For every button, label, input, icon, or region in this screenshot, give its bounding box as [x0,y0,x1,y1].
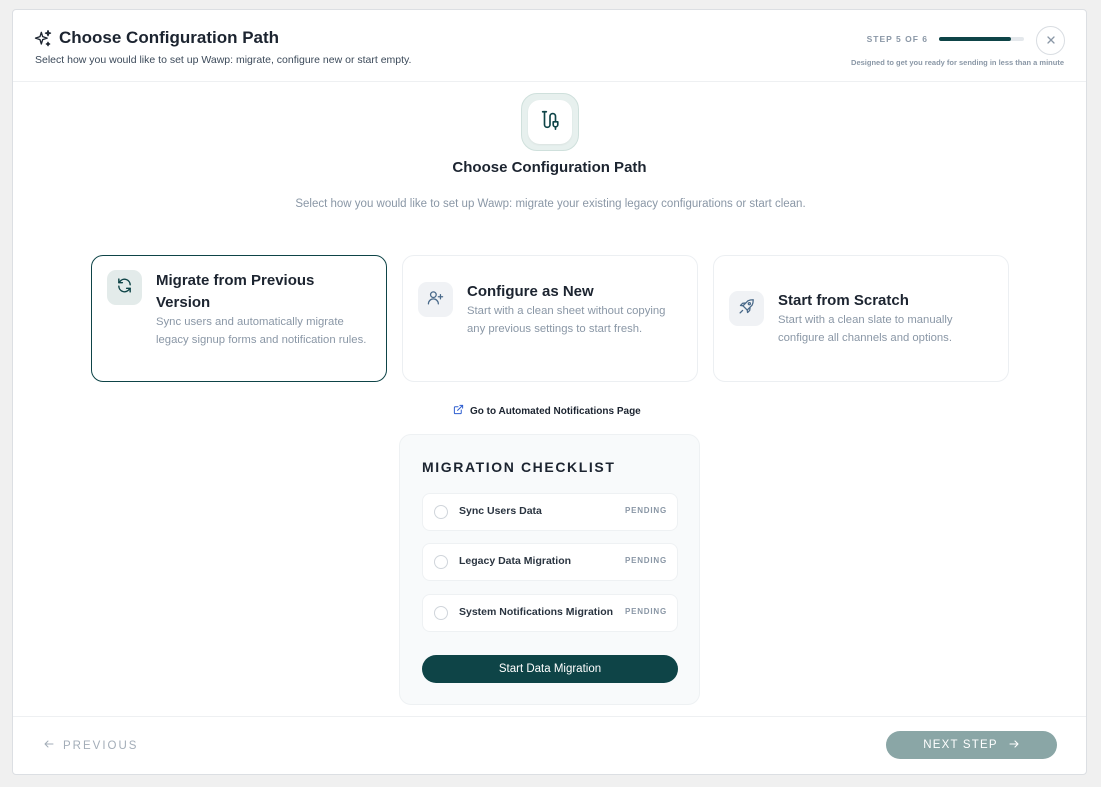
section-title: Choose Configuration Path [452,159,647,176]
previous-button[interactable]: PREVIOUS [43,738,138,753]
wizard-header: Choose Configuration Path Select how you… [13,10,1086,82]
close-button[interactable] [1036,26,1065,55]
status-badge: PENDING [624,556,667,565]
option-card-configure-new[interactable]: Configure as New Start with a clean shee… [402,255,698,382]
option-title: Configure as New [467,283,594,300]
next-step-label: NEXT STEP [923,739,998,751]
option-card-scratch[interactable]: Start from Scratch Start with a clean sl… [713,255,1009,382]
option-description: Start with a clean sheet without copying… [467,305,666,335]
checklist-item-label: Sync Users Data [459,505,542,517]
page-title: Choose Configuration Path [59,28,280,47]
checklist-item-system-notifications[interactable]: System Notifications Migration PENDING [422,594,678,632]
route-plug-icon [539,109,561,136]
checklist-item-legacy-data[interactable]: Legacy Data Migration PENDING [422,543,678,581]
automated-notifications-link-label: Go to Automated Notifications Page [470,405,641,417]
checklist-item-sync-users[interactable]: Sync Users Data PENDING [422,493,678,531]
user-plus-icon [427,289,444,311]
status-badge: PENDING [624,607,667,616]
arrow-left-icon [43,738,55,753]
sparkles-icon [33,29,53,49]
step-progress-fill [939,37,1012,41]
arrow-right-icon [1008,738,1020,753]
hero-icon-frame [521,93,579,151]
checklist-radio[interactable] [434,505,448,519]
wizard-footer: PREVIOUS NEXT STEP [13,716,1086,774]
step-indicator: STEP 5 OF 6 [866,34,928,44]
section-description: Select how you would like to set up Wawp… [295,198,806,210]
start-data-migration-button[interactable]: Start Data Migration [422,655,678,683]
refresh-icon [116,277,133,299]
page-subtitle: Select how you would like to set up Wawp… [35,54,412,66]
option-description: Start with a clean slate to manually con… [778,314,953,344]
option-title: Migrate from Previous Version [156,272,315,311]
previous-button-label: PREVIOUS [63,739,139,752]
status-badge: PENDING [624,506,667,515]
external-link-icon [453,404,464,418]
migration-checklist: MIGRATION CHECKLIST Sync Users Data PEND… [399,434,700,705]
close-icon [1046,32,1056,50]
option-title: Start from Scratch [778,292,909,309]
step-progress-bar [939,37,1024,41]
next-step-button[interactable]: NEXT STEP [886,731,1057,759]
checklist-title: MIGRATION CHECKLIST [422,459,616,475]
step-note: Designed to get you ready for sending in… [851,58,1064,67]
rocket-icon [738,298,755,320]
checklist-item-label: Legacy Data Migration [459,555,572,567]
checklist-radio[interactable] [434,555,448,569]
automated-notifications-link[interactable]: Go to Automated Notifications Page [453,404,641,418]
checklist-item-label: System Notifications Migration [459,606,614,618]
option-description: Sync users and automatically migrate leg… [156,316,367,346]
option-card-migrate[interactable]: Migrate from Previous Version Sync users… [91,255,387,382]
setup-wizard-modal: Choose Configuration Path Select how you… [12,9,1087,775]
checklist-radio[interactable] [434,606,448,620]
